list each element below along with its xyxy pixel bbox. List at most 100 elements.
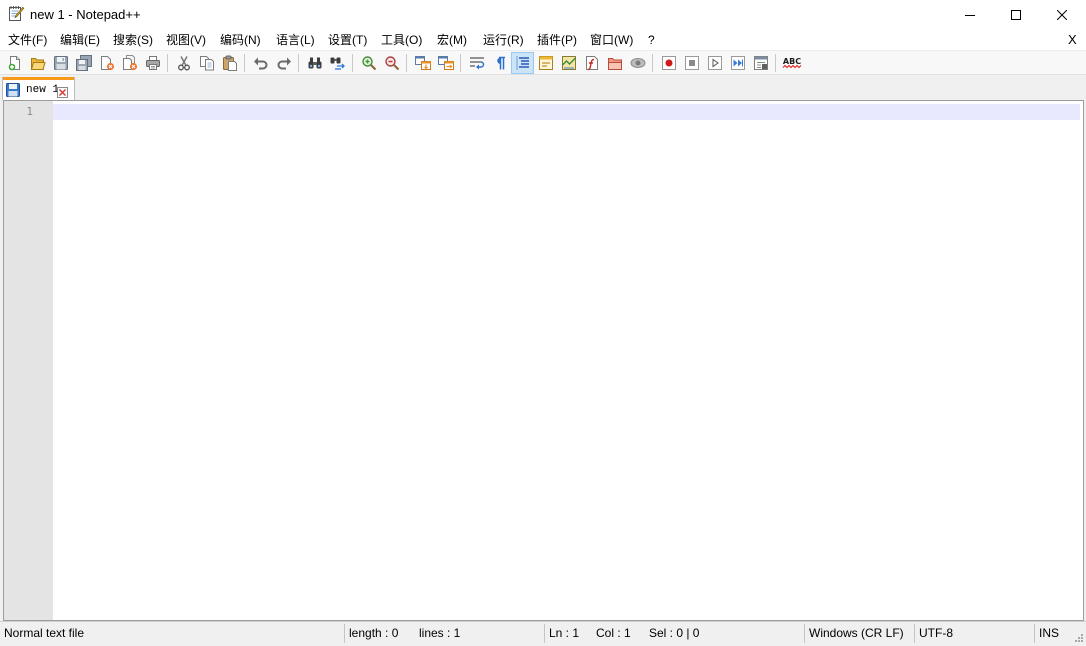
function-list-icon — [585, 55, 598, 70]
editor-text-area[interactable] — [53, 101, 1083, 620]
save-icon — [53, 55, 68, 70]
toolbar-separator — [295, 53, 303, 73]
indent-guide-icon — [515, 56, 529, 69]
copy-button[interactable] — [195, 52, 218, 74]
copy-icon — [199, 55, 214, 70]
paste-icon — [222, 55, 237, 71]
zoom-out-icon — [384, 55, 399, 70]
redo-button[interactable] — [272, 52, 295, 74]
document-map-button[interactable] — [557, 52, 580, 74]
zoom-in-icon — [361, 55, 376, 70]
status-eol[interactable]: Windows (CR LF) — [809, 626, 904, 641]
open-file-button[interactable] — [26, 52, 49, 74]
menu-encoding[interactable]: 编码(N) — [220, 33, 261, 48]
word-wrap-button[interactable] — [465, 52, 488, 74]
show-all-characters-icon — [496, 56, 505, 69]
status-insert-mode[interactable]: INS — [1039, 626, 1059, 641]
status-divider — [1034, 624, 1035, 643]
indent-guide-button[interactable] — [511, 51, 534, 74]
status-bar: Normal text file length : 0 lines : 1 Ln… — [0, 621, 1086, 645]
folder-as-workspace-button[interactable] — [603, 52, 626, 74]
document-map-icon — [561, 55, 576, 70]
menu-language[interactable]: 语言(L) — [276, 33, 315, 48]
toolbar-separator — [241, 53, 249, 73]
print-button[interactable] — [141, 52, 164, 74]
stop-recording-button[interactable] — [680, 52, 703, 74]
user-defined-language-button[interactable] — [534, 52, 557, 74]
cut-button[interactable] — [172, 52, 195, 74]
paste-button[interactable] — [218, 52, 241, 74]
replace-button[interactable] — [326, 52, 349, 74]
menu-settings[interactable]: 设置(T) — [328, 33, 367, 48]
status-line-position: Ln : 1 — [549, 626, 580, 640]
redo-icon — [277, 57, 291, 69]
resize-grip-icon[interactable] — [1073, 632, 1084, 643]
monitoring-icon — [630, 57, 645, 68]
close-window-button[interactable] — [1039, 0, 1085, 30]
toolbar-separator — [772, 53, 780, 73]
undo-button[interactable] — [249, 52, 272, 74]
playback-macro-button[interactable] — [703, 52, 726, 74]
save-macro-button[interactable] — [749, 52, 772, 74]
stop-recording-icon — [684, 55, 699, 70]
status-column: Col : 1 — [596, 626, 631, 640]
word-wrap-icon — [469, 56, 484, 69]
window-title: new 1 - Notepad++ — [30, 7, 141, 22]
menu-search[interactable]: 搜索(S) — [113, 33, 153, 48]
toolbar-separator — [164, 53, 172, 73]
function-list-button[interactable] — [580, 52, 603, 74]
sync-vertical-scroll-icon — [414, 55, 431, 70]
status-divider — [804, 624, 805, 643]
zoom-in-button[interactable] — [357, 52, 380, 74]
spell-check-label: ABC — [782, 57, 800, 66]
status-divider — [344, 624, 345, 643]
maximize-button[interactable] — [993, 0, 1039, 30]
menu-window[interactable]: 窗口(W) — [590, 33, 633, 48]
cut-icon — [177, 55, 190, 70]
print-icon — [145, 55, 160, 70]
monitoring-button[interactable] — [626, 52, 649, 74]
toolbar-separator — [457, 53, 465, 73]
tab-new-1[interactable]: new 1 — [2, 77, 75, 100]
save-all-button[interactable] — [72, 52, 95, 74]
status-divider — [914, 624, 915, 643]
menu-run[interactable]: 运行(R) — [483, 33, 524, 48]
maximize-icon — [1011, 10, 1021, 20]
close-document-button[interactable]: X — [1068, 32, 1077, 48]
menu-edit[interactable]: 编辑(E) — [60, 33, 100, 48]
close-all-button[interactable] — [118, 52, 141, 74]
menu-file[interactable]: 文件(F) — [8, 33, 47, 48]
save-status-icon — [6, 83, 20, 97]
toolbar-separator — [349, 53, 357, 73]
minimize-button[interactable] — [947, 0, 993, 30]
spell-check-button[interactable]: ABC — [780, 52, 803, 74]
find-button[interactable] — [303, 52, 326, 74]
menu-plugins[interactable]: 插件(P) — [537, 33, 577, 48]
toolbar: ABC — [0, 50, 1086, 75]
status-encoding[interactable]: UTF-8 — [919, 626, 953, 641]
menu-macro[interactable]: 宏(M) — [437, 33, 467, 48]
playback-macro-icon — [707, 55, 722, 70]
status-divider — [544, 624, 545, 643]
zoom-out-button[interactable] — [380, 52, 403, 74]
show-all-characters-button[interactable] — [488, 52, 511, 74]
save-all-icon — [75, 54, 92, 71]
tab-label: new 1 — [26, 84, 60, 96]
undo-icon — [253, 57, 267, 69]
title-bar: new 1 - Notepad++ — [0, 0, 1086, 30]
line-number-margin[interactable]: 1 — [4, 101, 53, 620]
menu-bar: 文件(F) 编辑(E) 搜索(S) 视图(V) 编码(N) 语言(L) 设置(T… — [0, 30, 1086, 50]
run-macro-multiple-button[interactable] — [726, 52, 749, 74]
menu-tools[interactable]: 工具(O) — [381, 33, 422, 48]
record-macro-button[interactable] — [657, 52, 680, 74]
save-button[interactable] — [49, 52, 72, 74]
sync-horizontal-scroll-button[interactable] — [434, 52, 457, 74]
close-file-icon — [100, 55, 114, 70]
notepad-icon[interactable] — [8, 5, 25, 22]
menu-help[interactable]: ? — [648, 33, 655, 48]
sync-vertical-scroll-button[interactable] — [411, 52, 434, 74]
menu-view[interactable]: 视图(V) — [166, 33, 206, 48]
close-file-button[interactable] — [95, 52, 118, 74]
new-file-button[interactable] — [3, 52, 26, 74]
tab-close-icon[interactable] — [57, 85, 68, 98]
